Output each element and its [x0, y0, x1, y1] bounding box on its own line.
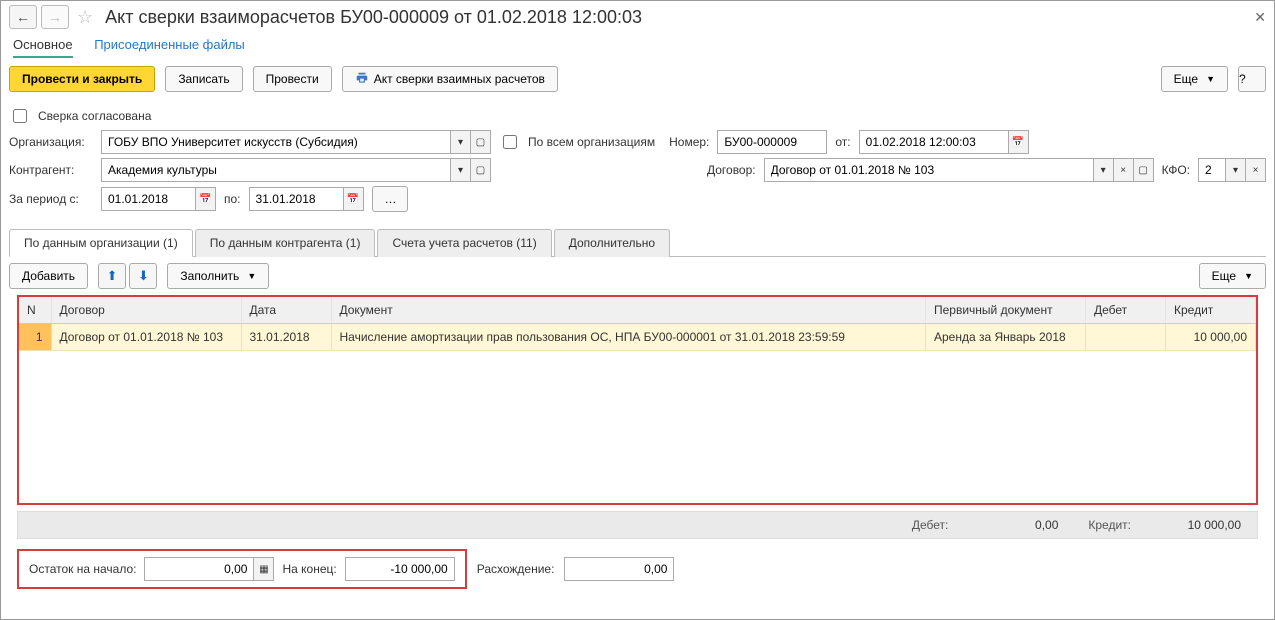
balance-start-label: Остаток на начало:	[29, 562, 136, 576]
balance-highlight-box: Остаток на начало: ▦ На конец:	[17, 549, 467, 589]
date-field[interactable]	[859, 130, 1009, 154]
total-debit-value: 0,00	[948, 518, 1058, 532]
number-label: Номер:	[669, 135, 709, 149]
move-down-button[interactable]: ⬇	[129, 263, 157, 289]
kfo-clear-icon[interactable]: ×	[1246, 158, 1266, 182]
totals-bar: Дебет:0,00 Кредит:10 000,00	[17, 511, 1258, 539]
nav-forward-button[interactable]: →	[41, 5, 69, 29]
org-dropdown-icon[interactable]: ▾	[451, 130, 471, 154]
subnav: Основное Присоединенные файлы	[1, 33, 1274, 60]
help-button[interactable]: ?	[1238, 66, 1266, 92]
org-label: Организация:	[9, 135, 93, 149]
contract-clear-icon[interactable]: ×	[1114, 158, 1134, 182]
col-date[interactable]: Дата	[241, 297, 331, 324]
period-from-label: За период с:	[9, 192, 93, 206]
more-button[interactable]: Еще▼	[1161, 66, 1228, 92]
counterparty-dropdown-icon[interactable]: ▾	[451, 158, 471, 182]
post-and-close-button[interactable]: Провести и закрыть	[9, 66, 155, 92]
balance-start-calc-icon[interactable]: ▦	[254, 557, 274, 581]
fill-button[interactable]: Заполнить▼	[167, 263, 269, 289]
org-open-icon[interactable]: ▢	[471, 130, 491, 154]
page-title: Акт сверки взаиморасчетов БУ00-000009 от…	[105, 7, 642, 28]
cell-date: 31.01.2018	[241, 324, 331, 351]
add-row-button[interactable]: Добавить	[9, 263, 88, 289]
chevron-down-icon: ▼	[247, 271, 256, 281]
all-orgs-checkbox[interactable]	[503, 135, 517, 149]
favorite-star-icon[interactable]: ☆	[77, 7, 93, 28]
tab-accounts[interactable]: Счета учета расчетов (11)	[377, 229, 551, 257]
org-field[interactable]	[101, 130, 451, 154]
agreed-checkbox[interactable]	[13, 109, 27, 123]
cell-contract: Договор от 01.01.2018 № 103	[51, 324, 241, 351]
table-row[interactable]: 1 Договор от 01.01.2018 № 103 31.01.2018…	[19, 324, 1256, 351]
kfo-field[interactable]	[1198, 158, 1226, 182]
period-to-label: по:	[224, 192, 241, 206]
nav-back-button[interactable]: ←	[9, 5, 37, 29]
cell-credit: 10 000,00	[1166, 324, 1256, 351]
close-icon[interactable]: ✕	[1254, 9, 1266, 26]
col-debit[interactable]: Дебет	[1086, 297, 1166, 324]
grid-header-row: N Договор Дата Документ Первичный докуме…	[19, 297, 1256, 324]
period-select-button[interactable]: …	[372, 186, 408, 212]
cell-n: 1	[19, 324, 51, 351]
counterparty-label: Контрагент:	[9, 163, 93, 177]
contract-dropdown-icon[interactable]: ▾	[1094, 158, 1114, 182]
cell-primary: Аренда за Январь 2018	[926, 324, 1086, 351]
grid-more-button[interactable]: Еще▼	[1199, 263, 1266, 289]
balance-end-label: На конец:	[282, 562, 336, 576]
period-from-calendar-icon[interactable]: 📅	[196, 187, 216, 211]
counterparty-open-icon[interactable]: ▢	[471, 158, 491, 182]
contract-field[interactable]	[764, 158, 1094, 182]
save-button[interactable]: Записать	[165, 66, 242, 92]
cell-doc: Начисление амортизации прав пользования …	[331, 324, 926, 351]
counterparty-field[interactable]	[101, 158, 451, 182]
col-contract[interactable]: Договор	[51, 297, 241, 324]
tabs: По данным организации (1) По данным конт…	[9, 228, 1266, 257]
printer-icon	[355, 71, 369, 88]
cell-debit	[1086, 324, 1166, 351]
date-calendar-icon[interactable]: 📅	[1009, 130, 1029, 154]
number-field[interactable]	[717, 130, 827, 154]
difference-label: Расхождение:	[477, 562, 555, 576]
tab-org-data[interactable]: По данным организации (1)	[9, 229, 193, 257]
difference-field[interactable]	[564, 557, 674, 581]
col-n[interactable]: N	[19, 297, 51, 324]
contract-open-icon[interactable]: ▢	[1134, 158, 1154, 182]
kfo-dropdown-icon[interactable]: ▾	[1226, 158, 1246, 182]
col-document[interactable]: Документ	[331, 297, 926, 324]
subnav-attachments[interactable]: Присоединенные файлы	[94, 37, 245, 52]
print-button[interactable]: Акт сверки взаимных расчетов	[342, 66, 558, 92]
agreed-label: Сверка согласована	[38, 109, 151, 123]
post-button[interactable]: Провести	[253, 66, 332, 92]
kfo-label: КФО:	[1162, 163, 1190, 177]
tab-additional[interactable]: Дополнительно	[554, 229, 670, 257]
period-to-field[interactable]	[249, 187, 344, 211]
all-orgs-label: По всем организациям	[528, 135, 655, 149]
chevron-down-icon: ▼	[1244, 271, 1253, 281]
chevron-down-icon: ▼	[1206, 74, 1215, 84]
col-primary[interactable]: Первичный документ	[926, 297, 1086, 324]
contract-label: Договор:	[707, 163, 756, 177]
data-grid: N Договор Дата Документ Первичный докуме…	[17, 295, 1258, 505]
subnav-main[interactable]: Основное	[13, 37, 73, 58]
balance-start-field[interactable]	[144, 557, 254, 581]
total-credit-label: Кредит:	[1088, 518, 1131, 532]
total-credit-value: 10 000,00	[1131, 518, 1241, 532]
tab-counterparty-data[interactable]: По данным контрагента (1)	[195, 229, 376, 257]
total-debit-label: Дебет:	[912, 518, 949, 532]
col-credit[interactable]: Кредит	[1166, 297, 1256, 324]
date-label: от:	[835, 135, 850, 149]
print-button-label: Акт сверки взаимных расчетов	[374, 72, 545, 86]
period-to-calendar-icon[interactable]: 📅	[344, 187, 364, 211]
move-up-button[interactable]: ⬆	[98, 263, 126, 289]
balance-end-field[interactable]	[345, 557, 455, 581]
period-from-field[interactable]	[101, 187, 196, 211]
